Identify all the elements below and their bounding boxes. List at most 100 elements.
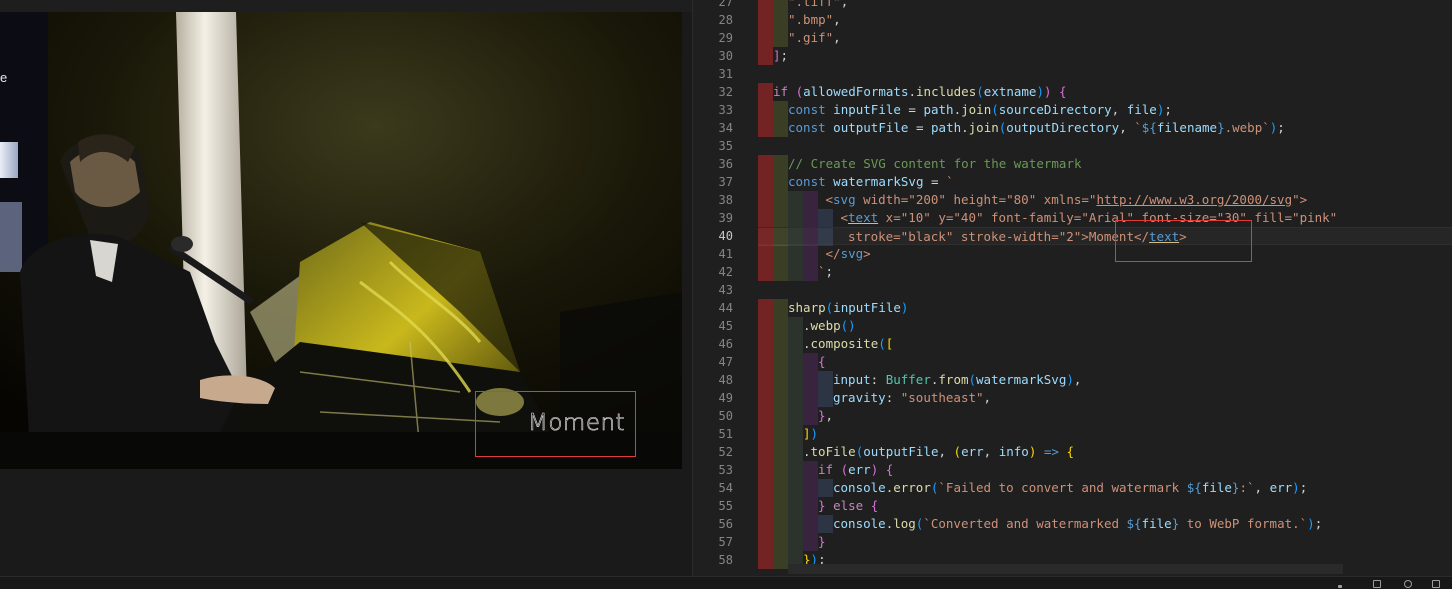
indent-guide <box>773 101 788 119</box>
layout-icon[interactable] <box>1373 580 1381 588</box>
code-line[interactable]: } <box>758 533 1452 551</box>
code-token: const <box>788 102 826 117</box>
code-line[interactable]: const inputFile = path.join(sourceDirect… <box>758 101 1452 119</box>
code-token: ${ <box>1186 480 1202 495</box>
line-number: 52 <box>718 445 733 459</box>
code-token: ` <box>1134 120 1142 135</box>
indent-guide <box>788 228 803 246</box>
indent-guide <box>758 209 773 227</box>
line-number: 34 <box>718 121 733 135</box>
code-token: ( <box>878 336 886 351</box>
code-line[interactable]: const watermarkSvg = ` <box>758 173 1452 191</box>
indent-guide <box>773 335 788 353</box>
code-token: . <box>908 84 917 99</box>
code-line[interactable]: `; <box>758 263 1452 281</box>
code-line[interactable] <box>758 137 1452 155</box>
code-line[interactable]: ".tiff", <box>758 0 1452 11</box>
code-token: , <box>825 408 834 423</box>
code-line[interactable]: console.error(`Failed to convert and wat… <box>758 479 1452 497</box>
line-number: 51 <box>718 427 733 441</box>
indent-guide <box>758 29 773 47</box>
code-token: width="200" height="80" xmlns=" <box>855 192 1097 207</box>
indent-guide <box>758 371 773 389</box>
code-line[interactable]: }, <box>758 407 1452 425</box>
code-token: includes <box>916 84 977 99</box>
code-token: path <box>931 120 962 135</box>
code-line[interactable]: .composite([ <box>758 335 1452 353</box>
code-token: } <box>818 498 826 513</box>
code-line[interactable]: if (err) { <box>758 461 1452 479</box>
code-text: <svg width="200" height="80" xmlns="http… <box>826 191 1308 209</box>
code-token: `Converted and watermarked <box>923 516 1127 531</box>
code-line[interactable]: sharp(inputFile) <box>758 299 1452 317</box>
indent-guide <box>788 461 803 479</box>
indent-guide <box>788 209 803 227</box>
code-token: ) <box>1292 480 1300 495</box>
code-line[interactable]: if (allowedFormats.includes(extname)) { <box>758 83 1452 101</box>
code-token: , <box>1111 102 1127 117</box>
code-token: { <box>885 462 894 477</box>
code-token: console <box>833 516 886 531</box>
code-token: } <box>818 534 826 549</box>
code-text: .toFile(outputFile, (err, info) => { <box>803 443 1074 461</box>
code-line[interactable]: stroke="black" stroke-width="2">Moment</… <box>758 227 1452 246</box>
indent-guide <box>818 209 833 227</box>
indent-guide <box>803 228 818 246</box>
code-line[interactable] <box>758 65 1452 83</box>
indent-guide <box>803 533 818 551</box>
indent-guide <box>788 191 803 209</box>
code-line[interactable]: .webp() <box>758 317 1452 335</box>
indent-guide <box>818 228 833 246</box>
code-line[interactable]: </svg> <box>758 245 1452 263</box>
code-line[interactable]: ".gif", <box>758 29 1452 47</box>
indent-guide <box>758 83 773 101</box>
code-token: ${ <box>1141 120 1157 135</box>
code-token: ; <box>825 264 834 279</box>
horizontal-scrollbar[interactable] <box>788 564 1343 574</box>
code-line[interactable]: .toFile(outputFile, (err, info) => { <box>758 443 1452 461</box>
line-number: 35 <box>718 139 733 153</box>
code-editor[interactable]: 27 28 29 30 31 32 33 34 35 36 37 38 39 40 41 42 43 44 45 46… <box>693 0 1452 576</box>
indent-guide <box>803 353 818 371</box>
code-line[interactable]: gravity: "southeast", <box>758 389 1452 407</box>
code-line[interactable]: ]) <box>758 425 1452 443</box>
code-line[interactable] <box>758 281 1452 299</box>
code-line[interactable]: { <box>758 353 1452 371</box>
code-line[interactable]: console.log(`Converted and watermarked $… <box>758 515 1452 533</box>
code-line[interactable]: <svg width="200" height="80" xmlns="http… <box>758 191 1452 209</box>
indent-guide <box>758 461 773 479</box>
code-token: ( <box>795 84 804 99</box>
code-line[interactable]: ]; <box>758 47 1452 65</box>
indent-guide <box>788 533 803 551</box>
watermark-highlight-box <box>475 391 636 457</box>
line-number: 36 <box>718 157 733 171</box>
indent-guide <box>773 191 788 209</box>
code-line[interactable]: input: Buffer.from(watermarkSvg), <box>758 371 1452 389</box>
code-text: ".bmp", <box>788 11 841 29</box>
image-preview-pane: e Moment <box>0 0 692 576</box>
code-token: stroke="black" stroke-width="2">Moment</ <box>848 229 1150 244</box>
indent-guide <box>788 515 803 533</box>
panel-icon[interactable] <box>1432 580 1440 588</box>
indent-guide <box>803 191 818 209</box>
indent-guide <box>788 425 803 443</box>
indent-guide <box>758 317 773 335</box>
code-line[interactable]: ".bmp", <box>758 11 1452 29</box>
code-line[interactable]: <text x="10" y="40" font-family="Arial" … <box>758 209 1452 227</box>
code-token: ; <box>1164 102 1172 117</box>
code-token: path <box>923 102 954 117</box>
code-line[interactable]: // Create SVG content for the watermark <box>758 155 1452 173</box>
code-token: toFile <box>810 444 856 459</box>
line-number: 53 <box>718 463 733 477</box>
code-token: = <box>923 174 947 189</box>
code-line[interactable]: } else { <box>758 497 1452 515</box>
code-line[interactable]: const outputFile = path.join(outputDirec… <box>758 119 1452 137</box>
notifications-icon[interactable] <box>1404 580 1412 588</box>
indent-guide <box>758 119 773 137</box>
code-token: err <box>848 462 871 477</box>
indent-guide <box>758 353 773 371</box>
code-text: ]; <box>773 47 788 65</box>
